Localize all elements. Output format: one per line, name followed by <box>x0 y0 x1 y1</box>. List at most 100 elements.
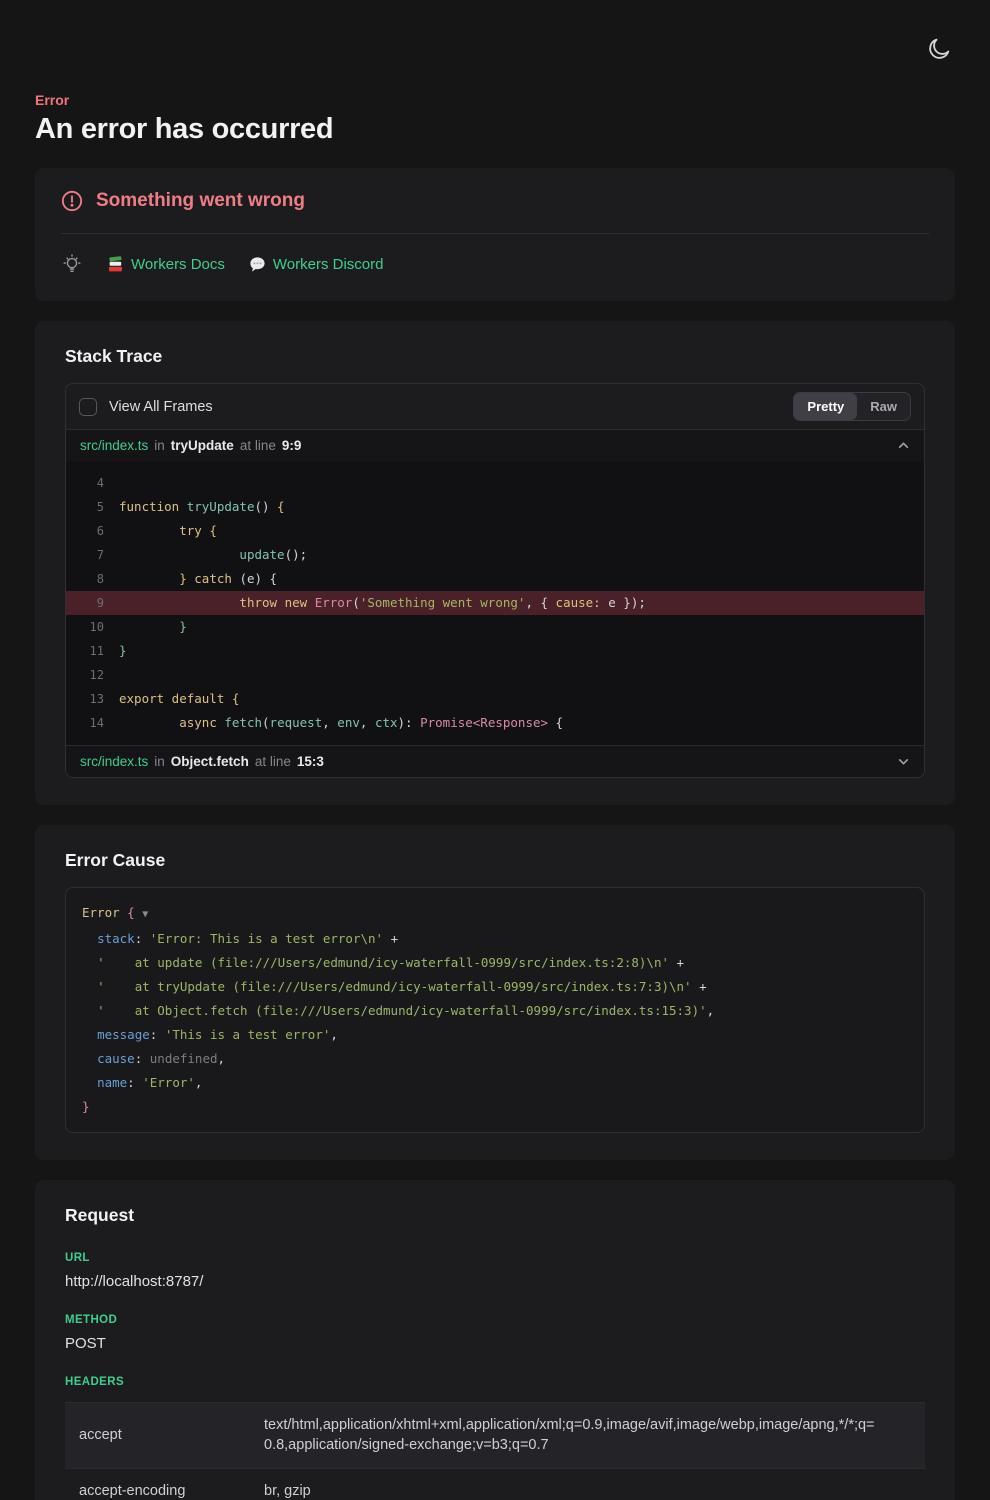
code-token: { <box>232 691 240 706</box>
stack-frame-header-2[interactable]: src/index.ts in Object.fetch at line 15:… <box>66 745 924 777</box>
code-token: , <box>218 1051 226 1066</box>
chevron-down-icon <box>897 755 910 768</box>
alert-links-row: Workers Docs Workers Discord <box>61 252 929 276</box>
code-token <box>119 547 239 562</box>
code-token: catch <box>194 571 239 586</box>
chevron-up-icon <box>897 439 910 452</box>
error-cause-line: Error { ▼ <box>82 901 908 927</box>
line-number: 5 <box>78 495 104 519</box>
code-token: tryUpdate <box>187 499 255 514</box>
code-token <box>119 715 179 730</box>
frame-file: src/index.ts <box>80 754 148 769</box>
code-token: } <box>82 1099 90 1114</box>
code-token <box>82 979 97 994</box>
workers-discord-link[interactable]: Workers Discord <box>249 256 384 273</box>
code-text: try { <box>119 519 217 543</box>
code-token <box>119 619 179 634</box>
code-token <box>82 1027 97 1042</box>
method-value: POST <box>65 1335 925 1352</box>
frame-file: src/index.ts <box>80 438 148 453</box>
view-all-frames-checkbox[interactable] <box>79 398 97 416</box>
code-token: export default <box>119 691 232 706</box>
code-token: 'Error' <box>142 1075 195 1090</box>
view-all-frames-control[interactable]: View All Frames <box>79 398 213 416</box>
code-token: : <box>135 1051 150 1066</box>
code-token: 'Something went wrong' <box>360 595 526 610</box>
code-token: + <box>692 979 707 994</box>
headers-table-body: accepttext/html,application/xhtml+xml,ap… <box>65 1403 925 1500</box>
frame-at-label: at line <box>255 754 291 769</box>
alert-divider <box>61 233 929 234</box>
code-token: function <box>119 499 187 514</box>
code-token: , <box>330 1027 338 1042</box>
code-token: undefined <box>150 1051 218 1066</box>
code-token: ' at update (file:///Users/edmund/icy-wa… <box>97 955 669 970</box>
stack-trace-title: Stack Trace <box>65 346 925 367</box>
line-number: 11 <box>78 639 104 663</box>
stack-trace-toolbar: View All Frames Pretty Raw <box>66 384 924 429</box>
code-token: message <box>97 1027 150 1042</box>
frame-function: tryUpdate <box>171 438 234 453</box>
collapse-triangle-icon[interactable]: ▼ <box>142 909 148 920</box>
error-cause-line: ' at Object.fetch (file:///Users/edmund/… <box>82 999 908 1023</box>
code-token: , { <box>525 595 555 610</box>
error-cause-box: Error { ▼ stack: 'Error: This is a test … <box>65 887 925 1133</box>
view-mode-toggle: Pretty Raw <box>793 392 911 421</box>
error-cause-title: Error Cause <box>65 850 925 871</box>
pretty-button[interactable]: Pretty <box>794 393 857 420</box>
frame-at-label: at line <box>240 438 276 453</box>
code-token: } <box>179 619 187 634</box>
headers-label: HEADERS <box>65 1376 925 1388</box>
headers-table: accepttext/html,application/xhtml+xml,ap… <box>65 1402 925 1500</box>
line-number: 8 <box>78 567 104 591</box>
code-token: Promise<Response> <box>420 715 548 730</box>
code-token: 'Error: This is a test error\n' <box>150 931 383 946</box>
line-number: 9 <box>78 591 104 615</box>
code-token <box>82 1003 97 1018</box>
code-token: 'This is a test error' <box>165 1027 331 1042</box>
method-label: METHOD <box>65 1314 925 1326</box>
code-token: name <box>97 1075 127 1090</box>
line-number: 13 <box>78 687 104 711</box>
url-label: URL <box>65 1252 925 1264</box>
raw-button[interactable]: Raw <box>857 393 910 420</box>
code-token: { <box>270 571 278 586</box>
error-eyebrow: Error <box>35 0 955 108</box>
stack-trace-box: View All Frames Pretty Raw src/index.ts … <box>65 383 925 778</box>
error-cause-line: message: 'This is a test error', <box>82 1023 908 1047</box>
view-all-frames-label: View All Frames <box>109 399 213 415</box>
code-token <box>119 523 179 538</box>
code-token: e <box>608 595 623 610</box>
code-line: 6 try { <box>66 519 924 543</box>
error-cause-line: stack: 'Error: This is a test error\n' + <box>82 927 908 951</box>
frame-in-label: in <box>154 754 165 769</box>
code-token: { <box>209 523 217 538</box>
code-line: 5function tryUpdate() { <box>66 495 924 519</box>
code-token: async <box>179 715 224 730</box>
code-token: () <box>254 499 277 514</box>
alert-panel: Something went wrong Worke <box>35 168 955 301</box>
stack-frame-1-text: src/index.ts in tryUpdate at line 9:9 <box>80 438 301 453</box>
stack-frame-header-1[interactable]: src/index.ts in tryUpdate at line 9:9 <box>66 429 924 461</box>
error-cause-line: } <box>82 1095 908 1119</box>
code-line: 11} <box>66 639 924 663</box>
books-icon <box>107 256 124 273</box>
workers-docs-link[interactable]: Workers Docs <box>107 256 225 273</box>
theme-toggle-button[interactable] <box>924 34 954 67</box>
error-page: Error An error has occurred Something we… <box>0 0 990 1500</box>
code-token: throw new <box>239 595 314 610</box>
code-block: 45function tryUpdate() {6 try {7 update(… <box>66 461 924 745</box>
code-token: try <box>179 523 209 538</box>
code-token: { <box>127 905 142 920</box>
url-value: http://localhost:8787/ <box>65 1273 925 1290</box>
code-token: + <box>383 931 398 946</box>
code-line: 10 } <box>66 615 924 639</box>
line-number: 14 <box>78 711 104 735</box>
alert-title: Something went wrong <box>96 190 305 212</box>
line-number: 6 <box>78 519 104 543</box>
frame-line: 15:3 <box>297 754 324 769</box>
code-token: Error <box>315 595 353 610</box>
code-token <box>119 595 239 610</box>
code-line-highlighted: 9 throw new Error('Something went wrong'… <box>66 591 924 615</box>
code-text: } <box>119 615 187 639</box>
